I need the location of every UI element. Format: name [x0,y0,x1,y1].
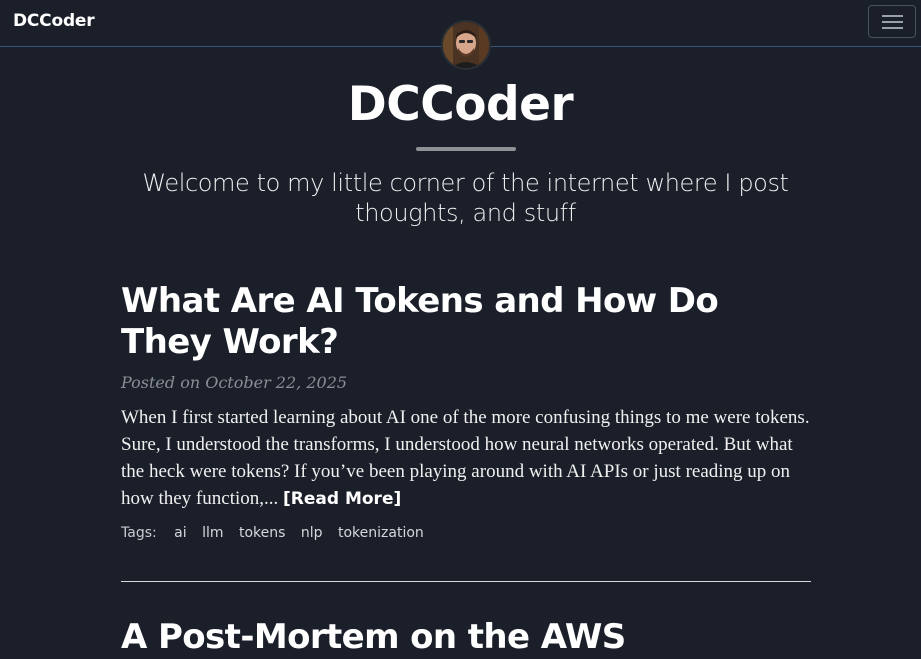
hamburger-icon-line [882,21,903,23]
tags-label: Tags: [121,525,157,541]
tag-link[interactable]: nlp [301,525,323,541]
tag-link[interactable]: tokenization [338,525,424,541]
post-title-link[interactable]: A Post-Mortem on the AWS [121,617,811,658]
post-preview: A Post-Mortem on the AWS [121,617,811,658]
post-divider [121,581,811,582]
brand-link[interactable]: DCCoder [13,11,95,31]
hamburger-icon-line [882,27,903,29]
tag-link[interactable]: llm [202,525,223,541]
page-title: DCCoder [347,77,574,132]
read-more-link[interactable]: [Read More] [283,489,401,509]
tag-link[interactable]: ai [174,525,186,541]
page-subtitle: Welcome to my little corner of the inter… [142,169,789,227]
post-title-link[interactable]: What Are AI Tokens and How Do They Work? [121,281,811,363]
tag-link[interactable]: tokens [239,525,285,541]
avatar-image [443,22,489,68]
menu-toggle-button[interactable] [868,5,916,38]
hamburger-icon-line [882,15,903,17]
post-preview: What Are AI Tokens and How Do They Work?… [121,281,811,541]
post-excerpt: When I first started learning about AI o… [121,404,811,513]
post-tags: Tags: ai llm tokens nlp tokenization [121,525,811,541]
post-date: Posted on October 22, 2025 [121,373,348,392]
post-excerpt-text: When I first started learning about AI o… [121,407,810,509]
avatar [441,20,491,70]
title-divider [416,147,516,151]
